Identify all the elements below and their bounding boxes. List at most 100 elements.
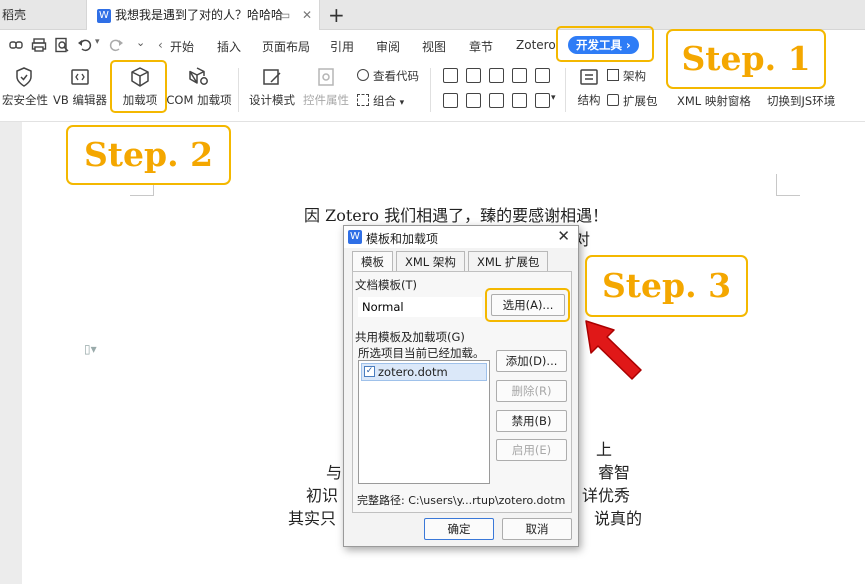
code-window-icon: [71, 69, 89, 85]
group-icon: [357, 94, 369, 106]
rich-text-control-icon[interactable]: [466, 68, 481, 83]
schema-label: 架构: [623, 69, 646, 83]
shield-icon: [16, 67, 32, 87]
checkbox-checked-icon[interactable]: ✓: [364, 366, 375, 377]
repeating-control-icon[interactable]: [512, 93, 527, 108]
com-addins-button[interactable]: COM 加载项: [166, 66, 232, 108]
xml-mapping-label: XML 映射窗格: [677, 94, 751, 108]
document-line: 详优秀: [582, 486, 631, 505]
switch-js-label: 切换到JS环境: [767, 94, 836, 108]
menu-page-layout[interactable]: 页面布局: [262, 38, 310, 55]
checkbox-control-icon[interactable]: [535, 68, 550, 83]
schema-button[interactable]: 架构: [607, 68, 646, 84]
ok-button[interactable]: 确定: [424, 518, 494, 540]
tab-prev[interactable]: 稻壳: [0, 0, 86, 30]
list-item-label: zotero.dotm: [378, 365, 448, 379]
text-control-icon[interactable]: [443, 68, 458, 83]
document-line: 上: [596, 440, 613, 459]
ribbon-separator: [430, 68, 431, 112]
ribbon-separator: [238, 68, 239, 112]
templates-addins-dialog: W 模板和加载项 ✕ 模板 XML 架构 XML 扩展包 文档模板(T) 选用(…: [343, 225, 579, 547]
menu-home[interactable]: 开始: [170, 38, 194, 55]
link-icon[interactable]: [8, 37, 24, 53]
design-mode-label: 设计模式: [249, 93, 295, 107]
structure-label: 结构: [577, 93, 601, 107]
view-code-button[interactable]: 查看代码: [357, 68, 419, 84]
margin-corner: [130, 184, 154, 196]
add-button[interactable]: 添加(D)...: [496, 350, 567, 372]
menu-scroll-left[interactable]: ‹: [158, 38, 163, 52]
highlight-addins-button: [110, 60, 167, 113]
date-picker-control-icon[interactable]: [489, 93, 504, 108]
doc-template-input[interactable]: [358, 297, 482, 317]
document-line: 说真的: [594, 509, 643, 528]
highlight-developer-tab: [556, 26, 654, 62]
full-path-text: 完整路径: C:\users\y...rtup\zotero.dotm: [357, 494, 566, 507]
picture-control-icon[interactable]: [489, 68, 504, 83]
list-item[interactable]: ✓ zotero.dotm: [361, 363, 487, 381]
legacy-tools-dropdown-icon[interactable]: ▾: [551, 93, 556, 103]
monitor-icon[interactable]: ▭: [279, 0, 290, 30]
new-tab-button[interactable]: +: [328, 3, 345, 27]
paragraph-handle-icon[interactable]: ▯▾: [84, 342, 97, 356]
disable-button[interactable]: 禁用(B): [496, 410, 567, 432]
properties-icon: [318, 68, 334, 86]
tab-xml-schema[interactable]: XML 架构: [396, 251, 465, 271]
undo-dropdown-icon[interactable]: ▾: [95, 37, 100, 47]
tab-xml-expansion[interactable]: XML 扩展包: [468, 251, 549, 271]
callout-step2: Step. 2: [66, 125, 231, 185]
menu-chapter[interactable]: 章节: [469, 38, 493, 55]
control-properties-button[interactable]: 控件属性: [302, 66, 350, 108]
close-icon[interactable]: ✕: [557, 227, 570, 245]
menu-review[interactable]: 审阅: [376, 38, 400, 55]
vb-editor-label: VB 编辑器: [53, 93, 107, 107]
structure-icon: [580, 69, 598, 85]
tab-bar: 稻壳 W 我想我是遇到了对的人？哈哈哈 ▭ ✕ +: [0, 0, 865, 30]
app-icon: W: [348, 230, 362, 244]
tab-templates[interactable]: 模板: [352, 251, 393, 271]
ribbon-separator: [565, 68, 566, 112]
group-dropdown-icon: ▾: [399, 98, 405, 108]
cancel-button[interactable]: 取消: [502, 518, 572, 540]
combo-box-control-icon[interactable]: [443, 93, 458, 108]
building-block-control-icon[interactable]: [512, 68, 527, 83]
redo-icon[interactable]: [108, 37, 124, 53]
close-tab-icon[interactable]: ✕: [302, 0, 312, 30]
control-properties-label: 控件属性: [303, 93, 349, 107]
structure-button[interactable]: 结构: [574, 66, 604, 108]
cube-gear-icon: [189, 67, 208, 85]
enable-button[interactable]: 启用(E): [496, 439, 567, 461]
document-line: 睿智: [598, 463, 631, 482]
print-icon[interactable]: [31, 37, 47, 53]
switch-js-button[interactable]: 切换到JS环境: [767, 93, 835, 109]
shared-templates-label: 共用模板及加载项(G): [355, 330, 465, 344]
loaded-note: 所选项目当前已经加载。: [358, 346, 485, 360]
group-button[interactable]: 组合 ▾: [357, 93, 404, 109]
expansion-pack-button[interactable]: 扩展包: [607, 93, 658, 109]
menu-view[interactable]: 视图: [422, 38, 446, 55]
vb-editor-button[interactable]: VB 编辑器: [53, 66, 107, 108]
xml-mapping-button[interactable]: XML 映射窗格: [677, 93, 751, 109]
group-label: 组合: [373, 94, 396, 108]
menu-zotero[interactable]: Zotero: [516, 38, 556, 52]
margin-corner: [776, 174, 800, 196]
tab-prev-label: 稻壳: [2, 8, 27, 22]
print-preview-icon[interactable]: [54, 37, 70, 53]
more-icon[interactable]: ⌄: [136, 36, 145, 49]
dropdown-control-icon[interactable]: [466, 93, 481, 108]
macro-security-label: 宏安全性: [2, 93, 48, 107]
menu-insert[interactable]: 插入: [217, 38, 241, 55]
callout-step1: Step. 1: [666, 29, 826, 89]
delete-button[interactable]: 删除(R): [496, 380, 567, 402]
callout-step3: Step. 3: [585, 255, 748, 317]
addins-list[interactable]: ✓ zotero.dotm: [358, 360, 490, 484]
undo-icon[interactable]: [77, 37, 93, 53]
document-icon: W: [97, 8, 111, 23]
menu-references[interactable]: 引用: [330, 38, 354, 55]
macro-security-button[interactable]: 宏安全性: [2, 66, 48, 108]
legacy-tools-icon[interactable]: [535, 93, 550, 108]
view-code-icon: [357, 69, 369, 81]
highlight-select-button: [485, 288, 570, 322]
dialog-title-bar[interactable]: W 模板和加载项 ✕: [344, 226, 578, 248]
design-mode-button[interactable]: 设计模式: [248, 66, 296, 108]
